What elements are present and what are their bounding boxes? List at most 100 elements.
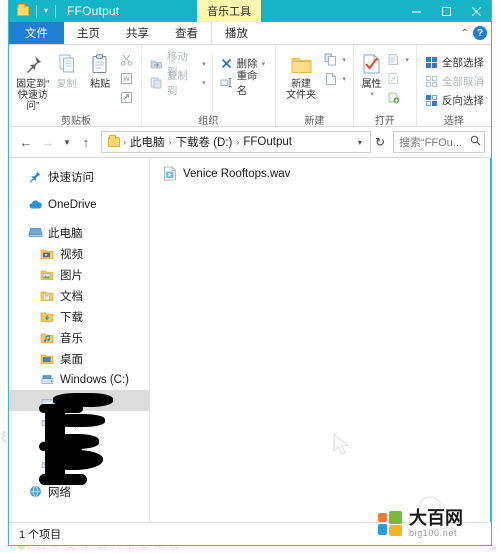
organize-col-1: 移动到 ▾ 复制到 ▾ [147, 51, 208, 97]
breadcrumb-item-folder[interactable]: FFOutput [240, 136, 295, 148]
refresh-icon[interactable]: ↻ [371, 135, 389, 149]
copy-button[interactable]: 复制 [50, 48, 84, 90]
breadcrumb-item-this-pc[interactable]: 此电脑 [127, 134, 168, 150]
tab-file-label: 文件 [25, 28, 48, 40]
sidebar-label: 此电脑 [48, 227, 83, 240]
pin-to-quick-access-button[interactable]: 固定到“ 快速访问” [16, 48, 50, 112]
tab-play[interactable]: 播放 [211, 22, 261, 44]
sidebar-item-downloads[interactable]: 下载 [9, 306, 149, 327]
new-folder-button[interactable]: 新建 文件夹 [281, 48, 321, 101]
invert-selection-button[interactable]: 反向选择 [422, 91, 486, 110]
select-none-button[interactable]: 全部取消 [422, 72, 486, 91]
easy-access-button[interactable]: ▾ [321, 69, 348, 88]
breadcrumb-item-drive[interactable]: 下载卷 (D:) [173, 134, 236, 150]
sidebar-item-documents[interactable]: 文档 [9, 285, 149, 306]
ribbon-group-open-title: 打开 [374, 116, 395, 127]
paste-shortcut-button[interactable] [117, 88, 136, 107]
watermark-logo-icon [378, 510, 404, 537]
easy-access-icon [323, 71, 338, 86]
forward-arrow-icon[interactable]: → [37, 131, 59, 153]
chevron-down-icon[interactable]: ▾ [202, 79, 206, 87]
history-icon [386, 90, 401, 105]
up-arrow-icon[interactable]: ↑ [75, 131, 97, 153]
ribbon-group-new-title: 新建 [304, 116, 325, 127]
chevron-down-icon[interactable]: ▾ [342, 75, 346, 83]
desktop-folder-icon [39, 351, 55, 367]
window-controls [401, 0, 491, 22]
open-with-icon [386, 52, 401, 67]
window-title: FFOutput [67, 4, 120, 18]
select-all-button[interactable]: 全部选择 [422, 53, 486, 72]
ribbon-group-open: 属性 ▾ ▾ 打开 [354, 45, 417, 127]
rename-button[interactable]: 重命名 [217, 70, 270, 97]
open-with-button[interactable]: ▾ [384, 50, 411, 69]
new-item-button[interactable]: ▾ [321, 50, 348, 69]
cut-button[interactable] [117, 50, 136, 69]
file-explorer-window: ▾ FFOutput 音乐工具 文件 主页 共享 查看 播放 ⌃ ? 固定到“ … [8, 0, 492, 546]
contextual-tab-music-tools[interactable]: 音乐工具 [197, 0, 261, 22]
tab-view[interactable]: 查看 [162, 22, 211, 44]
sidebar-item-onedrive[interactable]: OneDrive [9, 194, 149, 215]
quick-access-toolbar[interactable]: ▾ [9, 0, 59, 22]
sidebar-item-pictures[interactable]: 图片 [9, 264, 149, 285]
file-name: Venice Rooftops.wav [183, 167, 291, 180]
search-box[interactable]: 搜索“FFOu... [393, 131, 485, 153]
close-icon[interactable] [461, 0, 491, 22]
copy-to-button[interactable]: 复制到 ▾ [147, 70, 208, 97]
chevron-down-icon[interactable]: ▾ [262, 60, 266, 68]
chevron-down-icon[interactable]: ▾ [342, 56, 346, 64]
tab-share[interactable]: 共享 [113, 22, 162, 44]
sidebar-item-quick-access[interactable]: 快速访问 [9, 166, 149, 187]
back-arrow-icon[interactable]: ← [15, 131, 37, 153]
address-bar-right: ▾ [352, 138, 368, 147]
sidebar-item-this-pc[interactable]: 此电脑 [9, 222, 149, 243]
paste-button[interactable]: 粘贴 [83, 48, 117, 90]
sidebar-label: OneDrive [48, 198, 97, 211]
file-list-pane[interactable]: Venice Rooftops.wav [149, 158, 491, 522]
copy-label: 复制 [56, 79, 77, 90]
recent-locations-icon[interactable]: ▾ [59, 131, 75, 153]
sidebar-label: 快速访问 [48, 171, 94, 184]
properties-button[interactable]: 属性 ▾ [359, 48, 384, 98]
pc-icon [27, 225, 43, 241]
folder-icon [106, 135, 122, 147]
copy-path-icon: W [119, 71, 134, 86]
screen: 1 日 中 文 里 输 入 法 着 案 咖 ξ ▾ FFOutput 音乐工具 [0, 0, 500, 553]
minimize-icon[interactable] [401, 0, 431, 22]
network-icon [27, 484, 43, 500]
search-icon [470, 135, 481, 149]
chevron-down-icon[interactable]: ▾ [202, 60, 206, 68]
sidebar-item-drive-g[interactable]: (:) [9, 450, 149, 474]
tab-home[interactable]: 主页 [64, 22, 113, 44]
chevron-down-icon[interactable]: ▾ [370, 90, 374, 98]
tab-file[interactable]: 文件 [9, 22, 64, 44]
address-bar[interactable]: › 此电脑 › 下载卷 (D:) › FFOutput ▾ [101, 131, 371, 153]
pin-label-line2: 快速访问” [17, 90, 48, 112]
drive-icon [39, 372, 55, 388]
ribbon-group-organize: 移动到 ▾ 复制到 ▾ 删除 ▾ 重命名 组织 [142, 45, 276, 127]
help-icon[interactable]: ? [473, 26, 487, 40]
sidebar-label: 网络 [48, 486, 71, 499]
pin-icon [22, 51, 44, 77]
sidebar-item-drive-e[interactable]: (E:) [9, 411, 149, 432]
search-input[interactable]: 搜索“FFOu... [399, 134, 470, 150]
maximize-icon[interactable] [431, 0, 461, 22]
select-commands: 全部选择 全部取消 反向选择 [422, 51, 486, 110]
chevron-down-icon[interactable]: ▾ [405, 56, 409, 64]
divider [36, 4, 37, 18]
redaction-scribble [39, 404, 83, 413]
sidebar-item-videos[interactable]: 视频 [9, 243, 149, 264]
list-item[interactable]: Venice Rooftops.wav [158, 164, 294, 183]
history-button[interactable] [384, 88, 411, 107]
tab-view-label: 查看 [175, 28, 198, 40]
sidebar-item-desktop[interactable]: 桌面 [9, 348, 149, 369]
sidebar-item-windows-c[interactable]: Windows (C:) [9, 369, 149, 390]
copy-path-button[interactable]: W [117, 69, 136, 88]
sidebar-item-music[interactable]: 音乐 [9, 327, 149, 348]
scrollbar[interactable] [490, 158, 491, 522]
chevron-down-icon[interactable]: ▾ [352, 138, 368, 147]
tab-play-label: 播放 [225, 28, 248, 40]
chevron-down-icon[interactable]: ▾ [40, 1, 52, 21]
chevron-up-icon[interactable]: ⌃ [461, 28, 469, 39]
edit-button[interactable] [384, 69, 411, 88]
